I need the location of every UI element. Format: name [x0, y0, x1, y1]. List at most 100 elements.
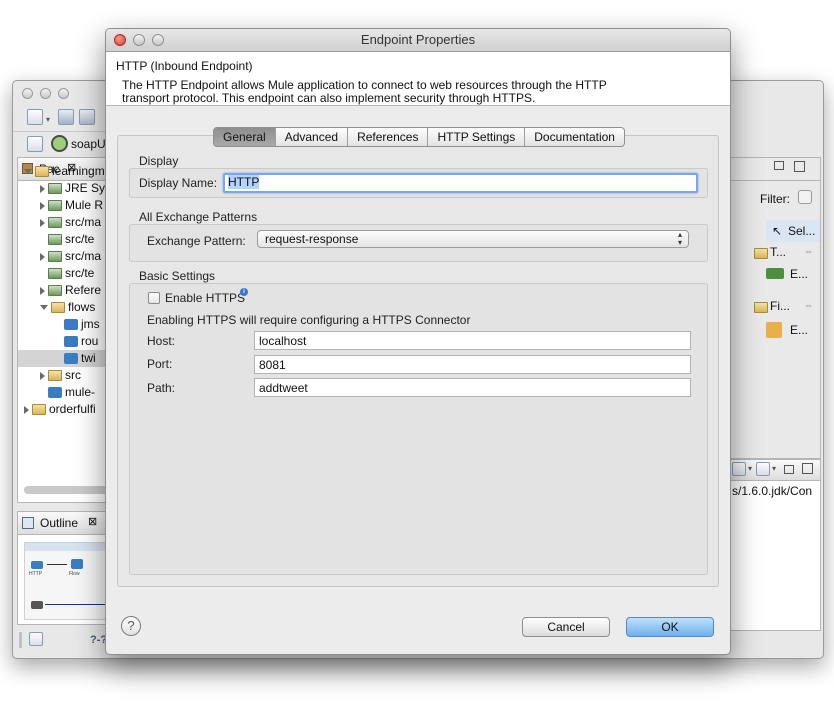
filters-section-label[interactable]: Fi...	[770, 299, 790, 313]
new-view-icon[interactable]	[29, 632, 43, 646]
maximize-panel-icon[interactable]	[802, 463, 813, 474]
path-value: addtweet	[259, 381, 308, 395]
tree-item[interactable]: orderfulfi	[24, 401, 112, 418]
filters-item-label[interactable]: E...	[790, 323, 808, 337]
help-icon[interactable]: ?	[121, 616, 141, 636]
minimize-panel-icon[interactable]	[784, 465, 794, 474]
thumbnail-header	[25, 543, 111, 551]
transports-section-label[interactable]: T...	[770, 245, 786, 259]
expand-arrow-icon[interactable]	[40, 201, 45, 210]
expand-arrow-icon[interactable]	[40, 286, 45, 295]
port-value: 8081	[259, 358, 286, 372]
tab-advanced[interactable]: Advanced	[276, 128, 349, 146]
header-title: HTTP (Inbound Endpoint)	[116, 59, 253, 73]
dialog-close-button[interactable]	[114, 34, 126, 46]
open-perspective-icon[interactable]	[27, 136, 43, 152]
host-label: Host:	[147, 334, 176, 348]
header-description: The HTTP Endpoint allows Mule applicatio…	[122, 78, 607, 105]
exchange-pattern-value: request-response	[265, 232, 359, 246]
console-display-icon[interactable]	[732, 462, 746, 476]
console-panel: ▾ ▾ s/1.6.0.jdk/Con	[729, 459, 821, 631]
source-folder-icon	[48, 234, 62, 246]
outline-tab-label[interactable]: Outline	[40, 516, 78, 530]
tree-item-label: mule-	[65, 385, 96, 399]
folder-icon	[51, 302, 65, 314]
collapse-arrow-icon[interactable]	[24, 169, 32, 175]
dialog-minimize-button[interactable]	[133, 34, 145, 46]
enable-https-checkbox[interactable]	[148, 292, 160, 304]
minimize-panel-icon[interactable]	[774, 161, 784, 170]
mule-flow-icon	[64, 336, 78, 348]
expand-arrow-icon[interactable]	[40, 218, 45, 227]
folder-icon	[48, 370, 62, 382]
dialog-zoom-button[interactable]	[152, 34, 164, 46]
host-input[interactable]: localhost	[254, 331, 691, 350]
filters-folder-icon	[754, 300, 768, 314]
ok-button[interactable]: OK	[626, 617, 714, 637]
collapse-section-icon[interactable]: ⇔	[804, 300, 813, 310]
expand-arrow-icon[interactable]	[40, 184, 45, 193]
cancel-button[interactable]: Cancel	[522, 617, 610, 637]
collapse-arrow-icon[interactable]	[40, 305, 48, 311]
tab-bar: General Advanced References HTTP Setting…	[213, 127, 625, 147]
zoom-window-button[interactable]	[58, 88, 69, 99]
https-note: Enabling HTTPS will require configuring …	[147, 313, 471, 327]
palette-select-tool[interactable]: ↖ Sel...	[766, 220, 820, 242]
exchange-pattern-label: Exchange Pattern:	[147, 234, 246, 248]
source-folder-icon	[48, 268, 62, 280]
console-output-text: s/1.6.0.jdk/Con	[732, 484, 813, 498]
tree-item-label: src/te	[65, 232, 95, 246]
close-tab-icon[interactable]: ⊠	[88, 515, 97, 528]
exchange-pattern-select[interactable]: request-response ▴ ▾	[257, 230, 689, 248]
horizontal-scrollbar[interactable]	[24, 486, 110, 494]
mule-flow-icon	[64, 319, 78, 331]
dropdown-arrow-icon[interactable]: ▾	[772, 464, 776, 473]
tab-references[interactable]: References	[348, 128, 429, 146]
collapse-section-icon[interactable]: ⇔	[804, 246, 813, 256]
tree-item[interactable]: learningm	[24, 163, 112, 180]
endpoint-properties-dialog: Endpoint Properties HTTP (Inbound Endpoi…	[105, 28, 731, 655]
outline-icon	[22, 517, 34, 529]
path-label: Path:	[147, 381, 176, 395]
select-tool-label: Sel...	[788, 224, 816, 238]
display-name-input[interactable]: HTTP	[223, 173, 698, 193]
open-console-icon[interactable]	[756, 462, 770, 476]
transports-item-label[interactable]: E...	[790, 267, 808, 281]
outline-thumbnail[interactable]: HTTP Flow	[24, 542, 112, 620]
dropdown-arrow-icon[interactable]: ▾	[748, 464, 752, 473]
filter-icon[interactable]	[798, 190, 812, 204]
tab-http-settings[interactable]: HTTP Settings	[428, 128, 526, 146]
info-icon[interactable]: i	[240, 288, 248, 296]
tab-general[interactable]: General	[214, 128, 276, 146]
dialog-title-bar[interactable]: Endpoint Properties	[106, 29, 730, 52]
tab-documentation[interactable]: Documentation	[525, 128, 624, 146]
expand-arrow-icon[interactable]	[40, 371, 45, 380]
thumbnail-flow-icon	[71, 559, 83, 569]
display-section-title: Display	[139, 154, 179, 168]
port-input[interactable]: 8081	[254, 355, 691, 374]
outline-panel: Outline ⊠ HTTP Flow	[17, 511, 113, 625]
thumbnail-http-label: HTTP	[29, 571, 43, 577]
console-toolbar: ▾ ▾	[730, 460, 820, 481]
tree-item-label: src/ma	[65, 215, 101, 229]
path-input[interactable]: addtweet	[254, 378, 691, 397]
perspective-label[interactable]: soapUI	[71, 137, 109, 151]
soapui-perspective-icon[interactable]	[51, 135, 68, 152]
enable-https-label[interactable]: Enable HTTPS	[165, 291, 245, 305]
save-icon[interactable]	[58, 109, 74, 125]
expand-arrow-icon[interactable]	[24, 405, 29, 414]
dialog-header: HTTP (Inbound Endpoint) The HTTP Endpoin…	[106, 52, 730, 106]
filter-element-icon	[766, 322, 782, 338]
maximize-panel-icon[interactable]	[794, 161, 805, 172]
tree-item-label: src/ma	[65, 249, 101, 263]
close-window-button[interactable]	[22, 88, 33, 99]
dropdown-arrow-icon[interactable]: ▾	[46, 115, 50, 124]
minimize-window-button[interactable]	[40, 88, 51, 99]
palette-filter-label: Filter:	[760, 192, 790, 206]
save-all-icon[interactable]	[79, 109, 95, 125]
new-wizard-icon[interactable]	[27, 109, 43, 125]
expand-arrow-icon[interactable]	[40, 252, 45, 261]
tree-item-label: flows	[68, 300, 96, 314]
source-folder-icon	[48, 251, 62, 263]
thumbnail-return-arrow	[45, 604, 111, 605]
